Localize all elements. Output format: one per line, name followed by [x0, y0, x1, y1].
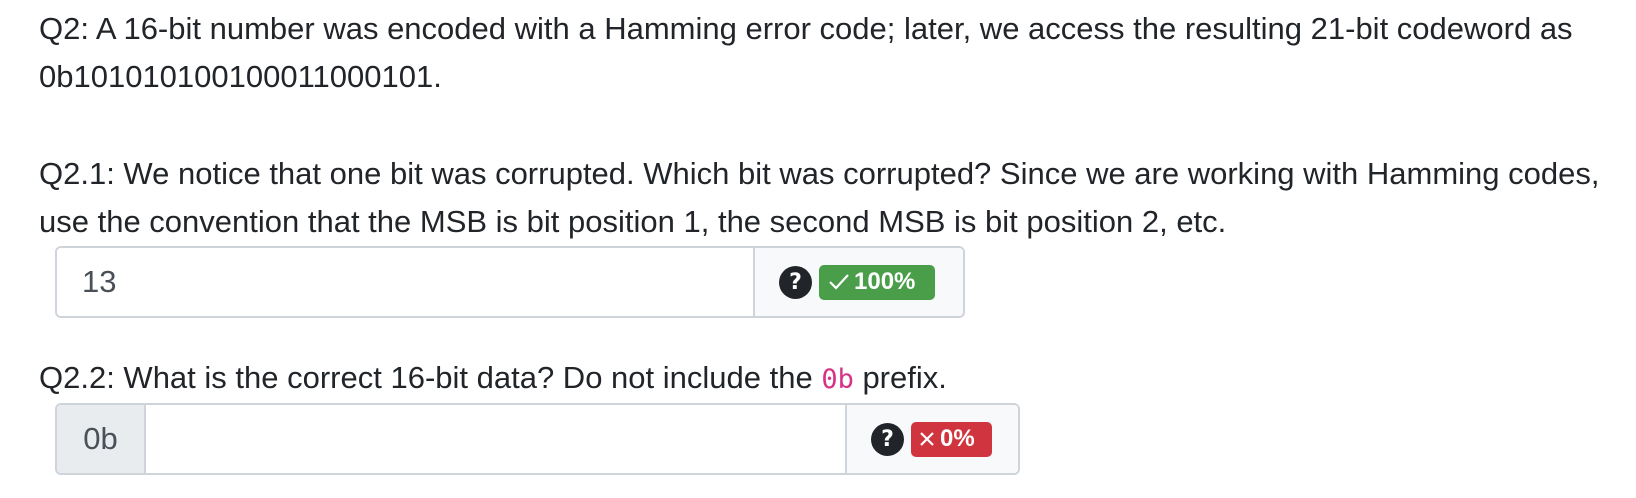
score-badge-correct: 100% — [819, 264, 935, 300]
cross-icon — [920, 432, 934, 446]
inline-code: 0b — [821, 364, 854, 395]
binary-prefix-label: 0b — [57, 405, 146, 473]
q2-1-answer-input[interactable] — [57, 248, 753, 316]
question-q2-2-text: Q2.2: What is the correct 16-bit data? D… — [39, 354, 1599, 404]
question-q2-text: Q2: A 16-bit number was encoded with a H… — [39, 11, 1573, 94]
q2-2-answer-input[interactable] — [146, 405, 845, 473]
q2-2-answer-group: 0b ? 0% — [55, 403, 1020, 475]
q2-2-feedback-addon: ? 0% — [845, 405, 1018, 473]
score-badge-incorrect: 0% — [911, 421, 992, 457]
question-q2-2-text-after: prefix. — [853, 360, 947, 395]
q2-1-feedback-addon: ? 100% — [753, 248, 963, 316]
check-icon — [829, 274, 849, 290]
help-icon[interactable]: ? — [779, 265, 812, 299]
question-q2-1-text: Q2.1: We notice that one bit was corrupt… — [39, 156, 1600, 239]
q2-1-answer-group: ? 100% — [55, 246, 965, 318]
score-label: 0% — [940, 425, 975, 452]
question-q2-2-text-before: Q2.2: What is the correct 16-bit data? D… — [39, 360, 822, 395]
help-icon[interactable]: ? — [871, 422, 904, 456]
score-label: 100% — [854, 268, 916, 295]
